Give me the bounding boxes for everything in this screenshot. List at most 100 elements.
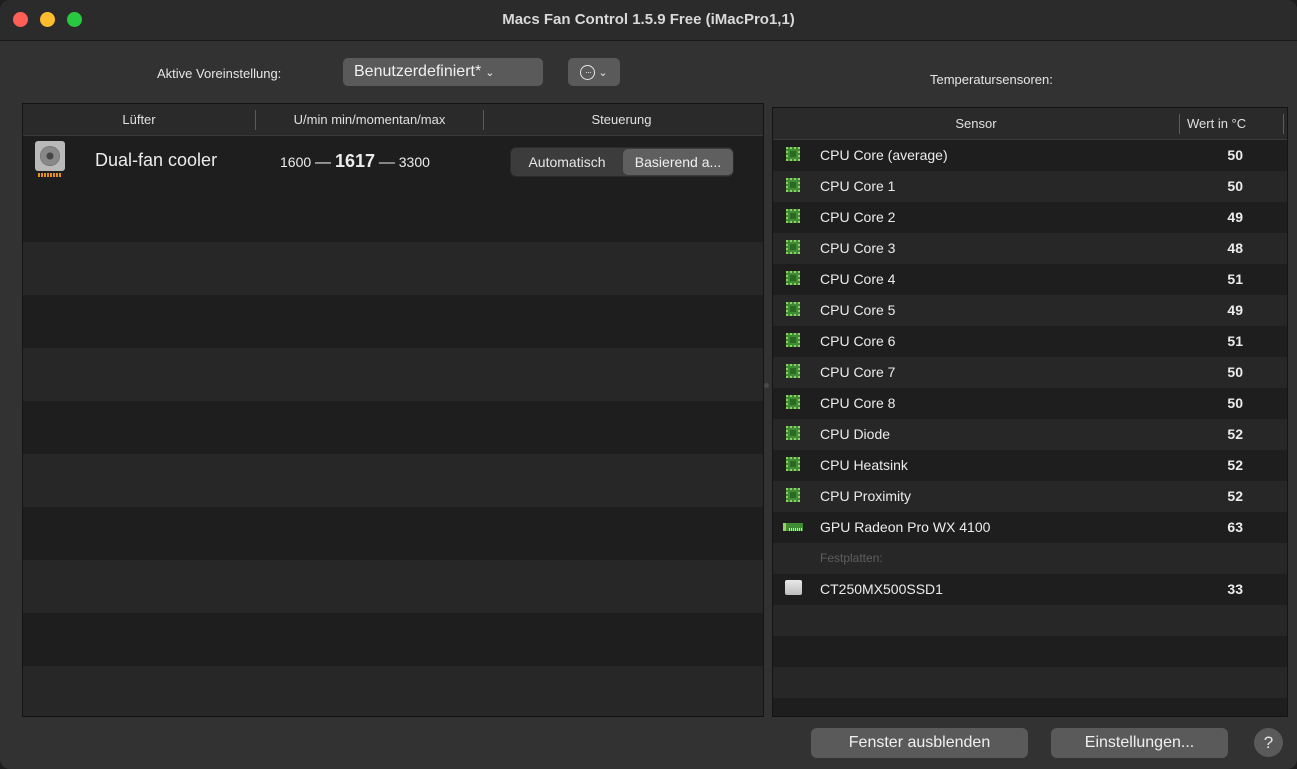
cpu-chip-icon <box>786 457 800 471</box>
sensor-table: Sensor Wert in °C CPU Core (average) 50 … <box>772 107 1288 717</box>
cpu-chip-icon <box>786 426 800 440</box>
cpu-chip-icon <box>786 333 800 347</box>
sensor-row[interactable]: GPU Radeon Pro WX 4100 63 <box>773 512 1287 543</box>
sensor-row[interactable]: CPU Core 2 49 <box>773 202 1287 233</box>
column-divider[interactable] <box>1283 114 1284 134</box>
column-header-fan[interactable]: Lüfter <box>23 104 255 135</box>
window-title: Macs Fan Control 1.5.9 Free (iMacPro1,1) <box>502 11 795 28</box>
preset-select[interactable]: Benutzerdefiniert* ⌄ <box>343 58 543 86</box>
cpu-chip-icon <box>786 209 800 223</box>
empty-row <box>23 454 763 507</box>
hide-window-button[interactable]: Fenster ausblenden <box>811 728 1028 758</box>
rpm-separator: — <box>378 154 395 171</box>
fan-control-segmented: Automatisch Basierend a... <box>510 147 734 177</box>
empty-row <box>773 667 1287 698</box>
preset-value: Benutzerdefiniert* <box>354 63 482 80</box>
empty-row <box>773 636 1287 667</box>
fan-row[interactable]: Dual-fan cooler 1600 — 1617 — 3300 Autom… <box>23 136 763 189</box>
sensor-row[interactable]: CPU Core (average) 50 <box>773 140 1287 171</box>
cpu-chip-icon <box>786 147 800 161</box>
gpu-card-icon <box>783 523 803 531</box>
sensor-value: 48 <box>1227 240 1243 256</box>
column-header-control[interactable]: Steuerung <box>484 104 759 135</box>
sensor-value: 63 <box>1227 519 1243 535</box>
sensor-value: 49 <box>1227 209 1243 225</box>
sensor-row[interactable]: CPU Core 1 50 <box>773 171 1287 202</box>
sensor-name: CPU Core 7 <box>820 364 896 380</box>
cpu-chip-icon <box>786 488 800 502</box>
cpu-chip-icon <box>786 302 800 316</box>
cpu-chip-icon <box>786 271 800 285</box>
title-bar: Macs Fan Control 1.5.9 Free (iMacPro1,1) <box>0 0 1297 41</box>
control-automatic-button[interactable]: Automatisch <box>511 148 623 176</box>
fan-icon <box>35 141 65 177</box>
preset-label: Aktive Voreinstellung: <box>157 66 282 81</box>
settings-button[interactable]: Einstellungen... <box>1051 728 1228 758</box>
sensor-name: CPU Diode <box>820 426 891 442</box>
sensor-value: 49 <box>1227 302 1243 318</box>
sensor-value: 50 <box>1227 364 1243 380</box>
fan-rpm-current: 1617 <box>334 151 375 171</box>
sensor-name: CPU Core 4 <box>820 271 896 287</box>
sensor-row[interactable]: CPU Core 5 49 <box>773 295 1287 326</box>
sensor-row[interactable]: CPU Core 6 51 <box>773 326 1287 357</box>
sensor-name: CPU Proximity <box>820 488 912 504</box>
column-divider[interactable] <box>1179 114 1180 134</box>
cpu-chip-icon <box>786 364 800 378</box>
fan-rpm-readout: 1600 — 1617 — 3300 <box>280 151 430 172</box>
empty-row <box>23 242 763 295</box>
sensor-row[interactable]: CPU Core 7 50 <box>773 357 1287 388</box>
disk-icon <box>785 580 802 595</box>
sensor-row[interactable]: CPU Proximity 52 <box>773 481 1287 512</box>
fan-rpm-max: 3300 <box>398 154 430 170</box>
fan-table: Lüfter U/min min/momentan/max Steuerung … <box>22 103 764 717</box>
sensor-value: 50 <box>1227 395 1243 411</box>
chevron-down-icon: ⌄ <box>598 66 608 79</box>
preset-actions-button[interactable]: ··· ⌄ <box>568 58 620 86</box>
sensor-row[interactable]: CPU Core 3 48 <box>773 233 1287 264</box>
empty-row <box>23 507 763 560</box>
fan-table-header: Lüfter U/min min/momentan/max Steuerung <box>23 104 763 136</box>
rpm-separator: — <box>315 154 332 171</box>
split-view-handle[interactable] <box>764 383 769 388</box>
sensor-name: CPU Heatsink <box>820 457 908 473</box>
sensor-row[interactable]: CPU Diode 52 <box>773 419 1287 450</box>
sensor-row[interactable]: CT250MX500SSD1 33 <box>773 574 1287 605</box>
sensor-table-header: Sensor Wert in °C <box>773 108 1287 140</box>
cpu-chip-icon <box>786 395 800 409</box>
help-button[interactable]: ? <box>1254 728 1283 757</box>
empty-row <box>23 666 763 716</box>
sensor-value: 52 <box>1227 426 1243 442</box>
sensor-name: GPU Radeon Pro WX 4100 <box>820 519 991 535</box>
sensor-name: CPU Core 6 <box>820 333 896 349</box>
sensor-name: CPU Core 2 <box>820 209 896 225</box>
control-sensor-based-button[interactable]: Basierend a... <box>623 149 733 175</box>
empty-row <box>773 605 1287 636</box>
fan-rpm-min: 1600 <box>280 154 312 170</box>
cpu-chip-icon <box>786 240 800 254</box>
chevron-down-icon: ⌄ <box>485 67 495 79</box>
sensor-value: 50 <box>1227 178 1243 194</box>
sensor-name: CPU Core 3 <box>820 240 896 256</box>
empty-row <box>23 189 763 242</box>
group-label-disks: Festplatten: <box>820 551 883 565</box>
sensors-title: Temperatursensoren: <box>930 72 1053 87</box>
sensor-row[interactable]: CPU Heatsink 52 <box>773 450 1287 481</box>
sensor-name: CPU Core (average) <box>820 147 948 163</box>
sensor-name: CPU Core 1 <box>820 178 896 194</box>
sensor-value: 33 <box>1227 581 1243 597</box>
column-header-sensor[interactable]: Sensor <box>773 108 1179 139</box>
sensor-group-header: Festplatten: <box>773 543 1287 574</box>
app-window: Macs Fan Control 1.5.9 Free (iMacPro1,1)… <box>0 0 1297 769</box>
sensor-value: 52 <box>1227 457 1243 473</box>
empty-row <box>23 560 763 613</box>
column-header-rpm[interactable]: U/min min/momentan/max <box>256 104 483 135</box>
empty-row <box>23 401 763 454</box>
column-header-value[interactable]: Wert in °C <box>1187 108 1287 139</box>
fan-name: Dual-fan cooler <box>95 150 218 170</box>
sensor-row[interactable]: CPU Core 4 51 <box>773 264 1287 295</box>
empty-row <box>773 698 1287 716</box>
sensor-name: CPU Core 5 <box>820 302 896 318</box>
sensor-row[interactable]: CPU Core 8 50 <box>773 388 1287 419</box>
sensor-value: 51 <box>1227 271 1243 287</box>
